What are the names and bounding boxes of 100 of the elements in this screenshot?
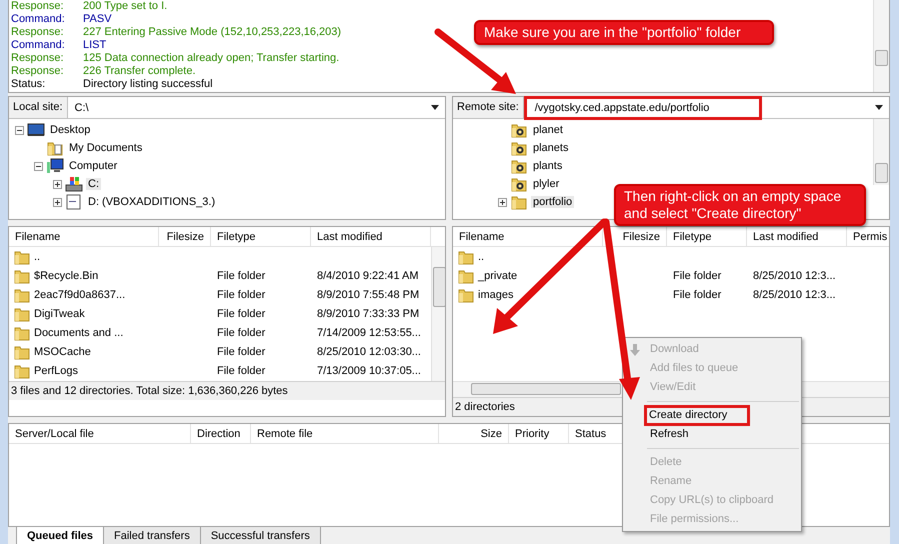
tree-item[interactable]: D: (VBOXADDITIONS_3.) (86, 196, 218, 208)
file-name[interactable]: MSOCache (34, 346, 91, 358)
callout: Make sure you are in the "portfolio" folder (474, 20, 774, 45)
column-header[interactable]: Last modified (317, 231, 382, 243)
menu-item[interactable]: Refresh (647, 427, 692, 442)
expander-icon[interactable] (15, 126, 24, 134)
table-cell: File folder (217, 270, 266, 282)
log-message: 226 Transfer complete. (83, 65, 196, 78)
column-header[interactable]: Priority (515, 428, 550, 440)
table-cell: 8/9/2010 7:55:48 PM (317, 288, 420, 300)
tree-item[interactable]: Computer (67, 160, 120, 172)
folder-icon (13, 248, 31, 264)
column-header[interactable]: Permis (853, 231, 888, 243)
table-cell: File folder (673, 270, 722, 282)
file-name[interactable]: .. (34, 250, 40, 262)
file-name[interactable]: PerfLogs (34, 364, 78, 376)
log-message: 125 Data connection already open; Transfer starting. (83, 52, 340, 65)
tree-item[interactable]: planet (531, 124, 565, 136)
log-message: PASV (83, 13, 112, 26)
file-name[interactable]: images (478, 288, 514, 300)
log-scrollbar[interactable] (873, 0, 889, 92)
tab[interactable]: Queued files (16, 527, 104, 544)
file-name[interactable]: DigiTweak (34, 308, 85, 320)
folder-icon (457, 248, 475, 264)
tree-scrollbar[interactable] (873, 119, 889, 185)
table-cell: File folder (217, 326, 266, 338)
unknown-folder-icon (510, 122, 528, 138)
callout: Then right-click on an empty space and select "Create directory" (614, 184, 866, 226)
tree-item[interactable]: C: (86, 178, 101, 190)
tree-item[interactable]: plyler (531, 178, 562, 190)
folder-icon (46, 140, 64, 156)
folder-icon (457, 268, 475, 284)
column-header[interactable]: Filetype (217, 231, 256, 243)
column-header[interactable]: Server/Local file (15, 428, 94, 440)
column-header[interactable]: Filesize (622, 231, 660, 243)
column-header[interactable]: Size (480, 428, 502, 440)
table-cell: 7/14/2009 12:53:55... (317, 326, 421, 338)
path-dropdown[interactable]: C:\ (68, 97, 445, 118)
folder-icon (13, 362, 31, 378)
log-label: Response: (11, 0, 65, 13)
table-cell: 7/13/2009 10:37:05... (317, 364, 421, 376)
expander-icon[interactable] (498, 198, 507, 206)
table-cell: File folder (673, 288, 722, 300)
tree-item[interactable]: portfolio (531, 196, 574, 208)
dropdown-arrow-icon[interactable] (875, 105, 883, 110)
site-label: Remote site: (453, 97, 524, 118)
log-message: Directory listing successful (83, 78, 213, 91)
expander-icon[interactable] (53, 198, 62, 206)
table-cell: File folder (217, 346, 266, 358)
file-name[interactable]: .. (478, 250, 484, 262)
tab[interactable]: Failed transfers (103, 527, 201, 544)
tab[interactable]: Successful transfers (200, 527, 321, 544)
table-cell: 8/25/2010 12:3... (753, 288, 836, 300)
log-label: Response: (11, 52, 65, 65)
table-cell: File folder (217, 288, 266, 300)
column-header[interactable]: Direction (197, 428, 240, 440)
log-label: Response: (11, 26, 65, 39)
folder-icon (510, 194, 528, 210)
status-text: 3 files and 12 directories. Total size: 1,636,360,226 bytes (9, 381, 445, 400)
table-cell: 8/25/2010 12:03:30... (317, 346, 421, 358)
log-label: Status: (11, 78, 46, 91)
folder-icon (457, 286, 475, 302)
column-header[interactable]: Filesize (166, 231, 204, 243)
expander-icon[interactable] (34, 162, 43, 170)
folder-icon (13, 286, 31, 302)
file-name[interactable]: Documents and ... (34, 326, 124, 338)
column-header[interactable]: Filename (459, 231, 504, 243)
tree-item[interactable]: My Documents (67, 142, 144, 154)
table-cell: 8/4/2010 9:22:41 AM (317, 270, 419, 282)
log-message: 227 Entering Passive Mode (152,10,253,223,16,203) (83, 26, 342, 39)
dropdown-arrow-icon[interactable] (431, 105, 439, 110)
unknown-folder-icon (510, 140, 528, 156)
column-header[interactable]: Status (575, 428, 606, 440)
log-message: LIST (83, 39, 106, 52)
table-cell: 8/9/2010 7:33:33 PM (317, 308, 420, 320)
path-dropdown[interactable]: /vygotsky.ced.appstate.edu/portfolio (524, 97, 889, 118)
log-label: Command: (11, 13, 66, 26)
list-scrollbar[interactable] (431, 247, 445, 381)
computer-icon (46, 158, 64, 174)
column-header[interactable]: Last modified (753, 231, 818, 243)
folder-icon (13, 344, 31, 360)
folder-icon (13, 268, 31, 284)
column-header[interactable]: Remote file (257, 428, 313, 440)
monitor-icon (27, 122, 45, 138)
tree-item[interactable]: planets (531, 142, 570, 154)
column-header[interactable]: Filetype (673, 231, 712, 243)
unknown-folder-icon (510, 158, 528, 174)
log-label: Command: (11, 39, 66, 52)
tree-item[interactable]: plants (531, 160, 564, 172)
file-name[interactable]: 2eac7f9d0a8637... (34, 288, 126, 300)
folder-icon (13, 306, 31, 322)
file-name[interactable]: _private (478, 270, 518, 282)
file-name[interactable]: $Recycle.Bin (34, 270, 98, 282)
column-header[interactable]: Filename (15, 231, 60, 243)
log-label: Response: (11, 65, 65, 78)
expander-icon[interactable] (53, 180, 62, 188)
unknown-folder-icon (510, 176, 528, 192)
table-cell: File folder (217, 308, 266, 320)
tree-item[interactable]: Desktop (48, 124, 92, 136)
table-cell: File folder (217, 364, 266, 376)
